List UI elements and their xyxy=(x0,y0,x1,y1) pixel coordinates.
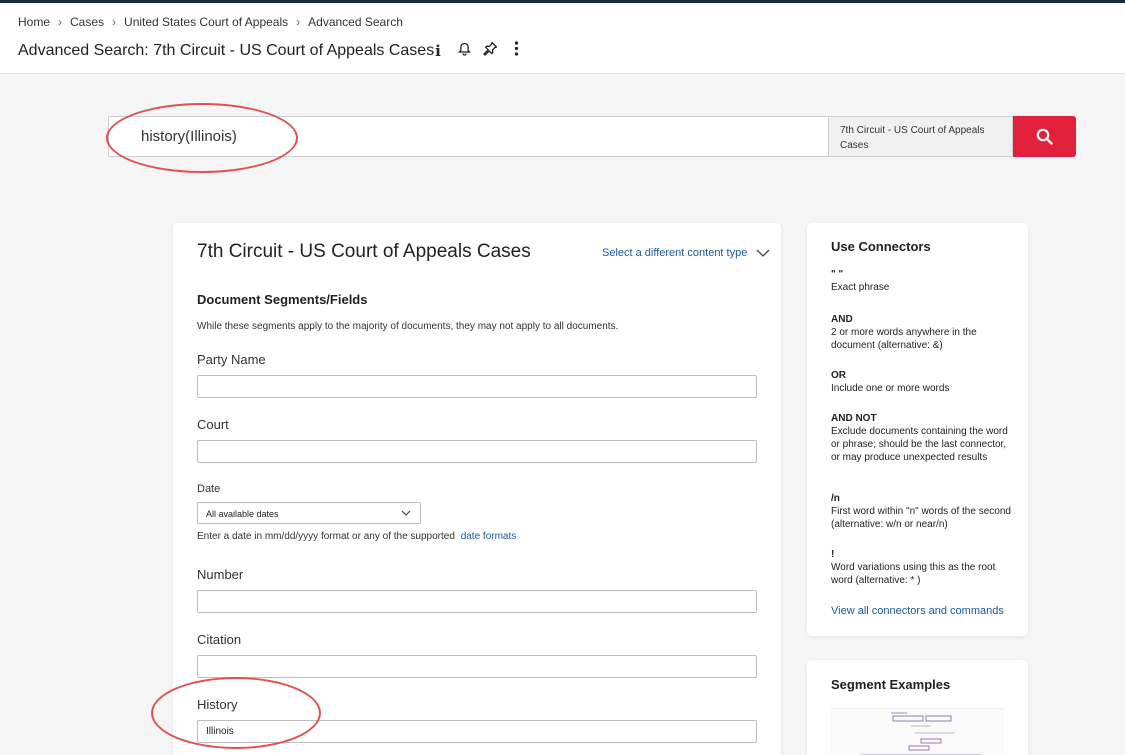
breadcrumb-court[interactable]: United States Court of Appeals xyxy=(124,15,288,29)
info-icon[interactable]: i xyxy=(425,42,451,60)
connector-desc: Exclude documents containing the word or… xyxy=(831,426,1008,463)
connector-name: OR xyxy=(831,370,846,381)
citation-label: Citation xyxy=(197,632,242,647)
advanced-search-form: 7th Circuit - US Court of Appeals Cases … xyxy=(173,223,781,755)
section-note: While these segments apply to the majori… xyxy=(197,321,619,332)
court-input[interactable] xyxy=(197,440,757,463)
date-select[interactable]: All available dates xyxy=(197,502,421,524)
number-label: Number xyxy=(197,567,244,582)
segment-example-image xyxy=(831,708,1004,755)
connector-item: OR Include one or more words xyxy=(831,369,1011,395)
party-name-input[interactable] xyxy=(197,375,757,398)
bell-icon[interactable] xyxy=(451,42,477,60)
connectors-title: Use Connectors xyxy=(831,239,931,254)
connector-name: " " xyxy=(831,269,844,280)
search-scope[interactable]: 7th Circuit - US Court of Appeals Cases xyxy=(828,116,1013,157)
history-input[interactable] xyxy=(197,720,757,743)
date-help: Enter a date in mm/dd/yyyy format or any… xyxy=(197,531,516,542)
chevron-right-icon: › xyxy=(112,15,117,29)
section-title: Document Segments/Fields xyxy=(197,292,368,307)
number-input[interactable] xyxy=(197,590,757,613)
page-title: Advanced Search: 7th Circuit - US Court … xyxy=(18,42,435,59)
connector-name: ! xyxy=(831,549,835,560)
breadcrumb: Home › Cases › United States Court of Ap… xyxy=(18,15,403,29)
date-selected-value: All available dates xyxy=(206,509,279,519)
breadcrumb-current: Advanced Search xyxy=(308,15,403,29)
connector-name: AND xyxy=(831,314,853,325)
chevron-right-icon: › xyxy=(296,15,301,29)
breadcrumb-cases[interactable]: Cases xyxy=(70,15,104,29)
chevron-right-icon: › xyxy=(58,15,63,29)
citation-input[interactable] xyxy=(197,655,757,678)
connector-desc: Include one or more words xyxy=(831,383,950,394)
connector-item: /n First word within "n" words of the se… xyxy=(831,492,1011,531)
more-vertical-icon[interactable] xyxy=(503,41,529,60)
connector-item: ! Word variations using this as the root… xyxy=(831,548,1011,587)
form-title: 7th Circuit - US Court of Appeals Cases xyxy=(197,241,531,262)
search-icon xyxy=(1036,128,1053,145)
date-label: Date xyxy=(197,483,221,495)
view-all-connectors-link[interactable]: View all connectors and commands xyxy=(831,605,1004,617)
connector-desc: First word within "n" words of the secon… xyxy=(831,506,1011,530)
segment-examples-title: Segment Examples xyxy=(831,677,951,692)
connectors-panel: Use Connectors " " Exact phrase AND 2 or… xyxy=(807,223,1028,636)
date-help-text: Enter a date in mm/dd/yyyy format or any… xyxy=(197,531,455,542)
chevron-down-icon xyxy=(401,510,411,516)
title-actions: i xyxy=(425,41,529,60)
connector-desc: Exact phrase xyxy=(831,282,890,293)
connector-item: " " Exact phrase xyxy=(831,268,1011,294)
segment-examples-panel: Segment Examples xyxy=(807,660,1028,755)
date-formats-link[interactable]: date formats xyxy=(461,531,517,542)
court-label: Court xyxy=(197,417,229,432)
search-bar: 7th Circuit - US Court of Appeals Cases xyxy=(108,116,1076,157)
connector-item: AND NOT Exclude documents containing the… xyxy=(831,412,1011,464)
history-label: History xyxy=(197,697,238,712)
page-header: Home › Cases › United States Court of Ap… xyxy=(0,3,1125,74)
connector-desc: 2 or more words anywhere in the document… xyxy=(831,327,977,351)
connector-desc: Word variations using this as the root w… xyxy=(831,562,996,586)
search-button[interactable] xyxy=(1013,116,1076,157)
connector-name: AND NOT xyxy=(831,413,877,424)
select-content-type-link[interactable]: Select a different content type xyxy=(602,247,770,259)
breadcrumb-home[interactable]: Home xyxy=(18,15,50,29)
connector-item: AND 2 or more words anywhere in the docu… xyxy=(831,313,1011,352)
pin-icon[interactable] xyxy=(477,41,503,60)
connector-name: /n xyxy=(831,493,840,504)
chevron-down-icon xyxy=(756,249,770,257)
search-input[interactable] xyxy=(108,116,828,157)
party-name-label: Party Name xyxy=(197,352,266,367)
select-content-type-label: Select a different content type xyxy=(602,247,748,259)
